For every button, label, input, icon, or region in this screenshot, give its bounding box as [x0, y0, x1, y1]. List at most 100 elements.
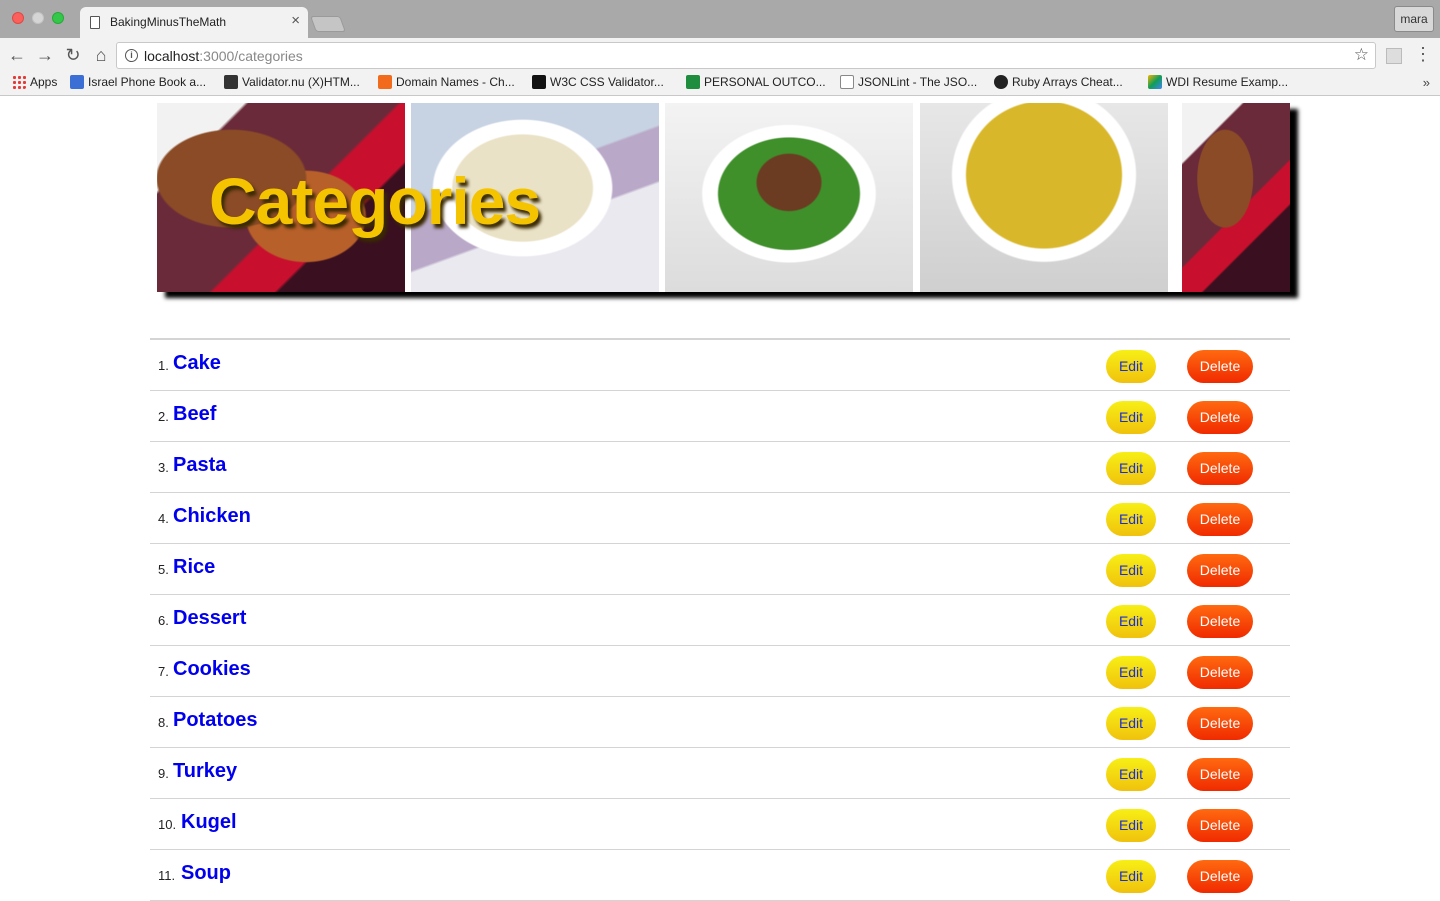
item-number: 9. — [158, 766, 169, 781]
kebab-photo-repeat — [1182, 103, 1290, 292]
list-item: 10. Kugel Edit Delete — [150, 799, 1290, 850]
profile-button[interactable]: mara — [1394, 6, 1434, 32]
extension-icon[interactable] — [1386, 48, 1402, 64]
list-item: 9. Turkey Edit Delete — [150, 748, 1290, 799]
bookmark-label: PERSONAL OUTCO... — [704, 75, 826, 89]
bookmark-jsonlint[interactable]: JSONLint - The JSO... — [840, 75, 977, 89]
bookmark-label: Ruby Arrays Cheat... — [1012, 75, 1123, 89]
maximize-window-button[interactable] — [52, 12, 64, 24]
drive-icon — [1148, 75, 1162, 89]
category-link[interactable]: Turkey — [173, 760, 237, 783]
item-number: 8. — [158, 715, 169, 730]
bookmark-label: Validator.nu (X)HTM... — [242, 75, 360, 89]
address-bar[interactable]: i localhost:3000/categories ☆ — [116, 42, 1376, 69]
delete-button[interactable]: Delete — [1187, 860, 1253, 893]
close-window-button[interactable] — [12, 12, 24, 24]
rice-photo — [920, 103, 1168, 292]
delete-button[interactable]: Delete — [1187, 503, 1253, 536]
bookmark-label: Domain Names - Ch... — [396, 75, 515, 89]
bookmark-israel-phone-book[interactable]: Israel Phone Book a... — [70, 75, 206, 89]
edit-button[interactable]: Edit — [1106, 707, 1156, 740]
edit-button[interactable]: Edit — [1106, 758, 1156, 791]
bookmark-label: Apps — [30, 75, 58, 89]
new-tab-button[interactable] — [310, 16, 346, 32]
list-item: 3. Pasta Edit Delete — [150, 442, 1290, 493]
bookmark-label: Israel Phone Book a... — [88, 75, 207, 89]
category-link[interactable]: Beef — [173, 403, 216, 426]
domain-icon — [378, 75, 392, 89]
category-link[interactable]: Cake — [173, 352, 221, 375]
list-item: 11. Soup Edit Delete — [150, 850, 1290, 901]
delete-button[interactable]: Delete — [1187, 350, 1253, 383]
sheets-icon — [686, 75, 700, 89]
item-number: 11. — [158, 868, 176, 883]
bookmark-validator[interactable]: Validator.nu (X)HTM... — [224, 75, 360, 89]
salad-photo — [665, 103, 913, 292]
glasses-icon — [994, 75, 1008, 89]
edit-button[interactable]: Edit — [1106, 350, 1156, 383]
edit-button[interactable]: Edit — [1106, 401, 1156, 434]
edit-button[interactable]: Edit — [1106, 656, 1156, 689]
edit-button[interactable]: Edit — [1106, 503, 1156, 536]
info-icon[interactable]: i — [125, 49, 138, 62]
validator-icon — [224, 75, 238, 89]
browser-menu-icon[interactable]: ⋮ — [1414, 44, 1432, 65]
category-link[interactable]: Chicken — [173, 505, 251, 528]
forward-icon[interactable]: → — [34, 44, 56, 66]
browser-tab-bar: BakingMinusTheMath × mara — [0, 0, 1440, 38]
delete-button[interactable]: Delete — [1187, 707, 1253, 740]
tab-close-icon[interactable]: × — [291, 13, 300, 29]
minimize-window-button[interactable] — [32, 12, 44, 24]
category-link[interactable]: Rice — [173, 556, 215, 579]
category-link[interactable]: Pasta — [173, 454, 226, 477]
list-item: 2. Beef Edit Delete — [150, 391, 1290, 442]
item-number: 2. — [158, 409, 169, 424]
edit-button[interactable]: Edit — [1106, 452, 1156, 485]
category-link[interactable]: Cookies — [173, 658, 251, 681]
item-number: 10. — [158, 817, 177, 832]
delete-button[interactable]: Delete — [1187, 554, 1253, 587]
delete-button[interactable]: Delete — [1187, 401, 1253, 434]
bookmark-apps[interactable]: Apps — [12, 75, 57, 89]
category-link[interactable]: Dessert — [173, 607, 246, 630]
reload-icon[interactable]: ↻ — [62, 44, 84, 66]
category-link[interactable]: Potatoes — [173, 709, 257, 732]
edit-button[interactable]: Edit — [1106, 554, 1156, 587]
bookmark-star-icon[interactable]: ☆ — [1354, 45, 1369, 65]
bookmarks-bar: Apps Israel Phone Book a... Validator.nu… — [0, 72, 1440, 96]
item-number: 4. — [158, 511, 169, 526]
category-link[interactable]: Soup — [181, 862, 231, 885]
edit-button[interactable]: Edit — [1106, 860, 1156, 893]
item-number: 5. — [158, 562, 169, 577]
item-number: 6. — [158, 613, 169, 628]
item-number: 7. — [158, 664, 169, 679]
categories-list: 1. Cake Edit Delete 2. Beef Edit Delete … — [150, 338, 1290, 901]
edit-button[interactable]: Edit — [1106, 809, 1156, 842]
bookmark-label: WDI Resume Examp... — [1166, 75, 1289, 89]
delete-button[interactable]: Delete — [1187, 452, 1253, 485]
bookmark-label: W3C CSS Validator... — [550, 75, 664, 89]
bookmark-wdi-resume[interactable]: WDI Resume Examp... — [1148, 75, 1288, 89]
category-link[interactable]: Kugel — [181, 811, 237, 834]
edit-button[interactable]: Edit — [1106, 605, 1156, 638]
bookmark-personal-outcomes[interactable]: PERSONAL OUTCO... — [686, 75, 826, 89]
bookmarks-overflow-icon[interactable]: » — [1423, 75, 1430, 90]
back-icon[interactable]: ← — [6, 44, 28, 66]
item-number: 3. — [158, 460, 169, 475]
home-icon[interactable]: ⌂ — [90, 44, 112, 66]
delete-button[interactable]: Delete — [1187, 656, 1253, 689]
bookmark-ruby-arrays[interactable]: Ruby Arrays Cheat... — [994, 75, 1123, 89]
list-item: 8. Potatoes Edit Delete — [150, 697, 1290, 748]
browser-tab[interactable]: BakingMinusTheMath × — [80, 7, 308, 38]
list-item: 5. Rice Edit Delete — [150, 544, 1290, 595]
delete-button[interactable]: Delete — [1187, 809, 1253, 842]
delete-button[interactable]: Delete — [1187, 758, 1253, 791]
bookmark-domain-names[interactable]: Domain Names - Ch... — [378, 75, 515, 89]
url-text[interactable]: localhost:3000/categories — [144, 48, 303, 64]
delete-button[interactable]: Delete — [1187, 605, 1253, 638]
document-icon — [90, 16, 100, 29]
list-item: 7. Cookies Edit Delete — [150, 646, 1290, 697]
tab-title: BakingMinusTheMath — [110, 15, 227, 29]
url-host: localhost — [144, 48, 200, 64]
bookmark-w3c-css-validator[interactable]: W3C CSS Validator... — [532, 75, 664, 89]
